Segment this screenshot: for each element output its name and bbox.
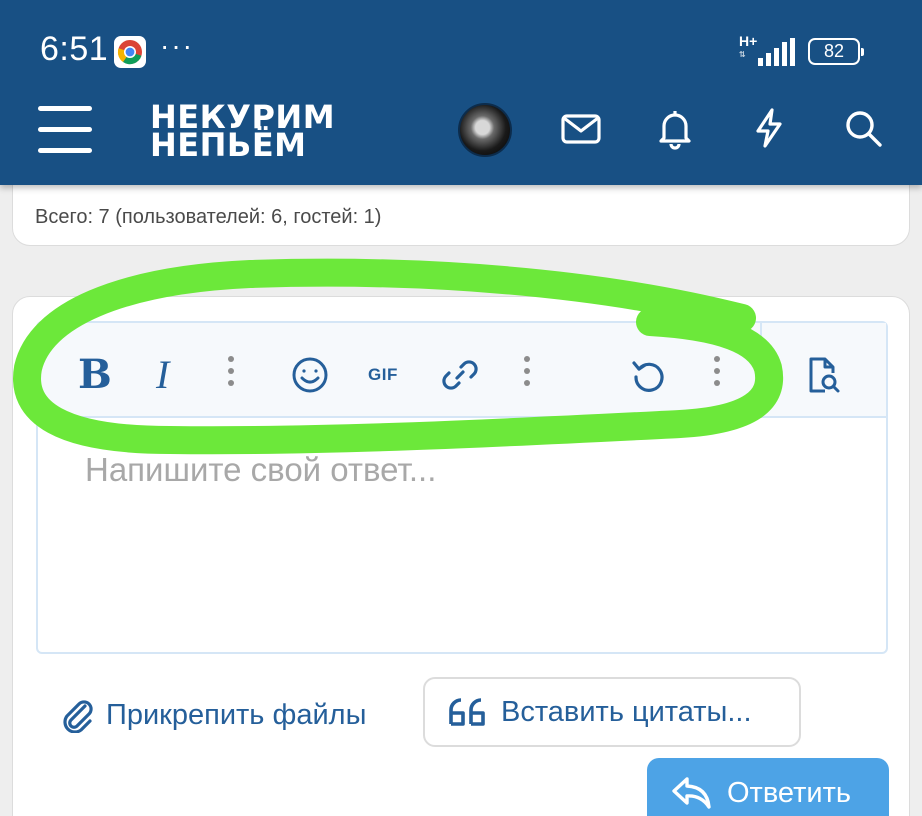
more-text-options-icon[interactable] <box>228 356 234 390</box>
preview-icon[interactable] <box>803 355 843 395</box>
more-options-icon[interactable] <box>714 356 720 390</box>
user-avatar[interactable] <box>458 103 512 157</box>
link-icon[interactable] <box>440 355 480 395</box>
status-time: 6:51 <box>40 30 109 68</box>
reply-label: Ответить <box>727 776 851 809</box>
app-header: 6:51 ··· H+ ⇅ 82 НЕКУРИМ НЕПЬЁМ <box>0 0 922 185</box>
online-count: Всего: 7 (пользователей: 6, гостей: 1) <box>35 206 382 228</box>
attach-files-button[interactable]: Прикрепить файлы <box>60 697 366 733</box>
insert-quotes-button[interactable]: Вставить цитаты... <box>423 677 801 747</box>
undo-icon[interactable] <box>628 355 668 395</box>
reply-editor[interactable]: B I GIF Напишите свой ответ... <box>36 321 888 654</box>
bell-icon[interactable] <box>652 105 698 151</box>
editor-toolbar: B I GIF <box>38 323 886 418</box>
insert-quotes-label: Вставить цитаты... <box>501 695 752 728</box>
paperclip-icon <box>63 700 93 733</box>
smile-icon[interactable] <box>290 355 330 395</box>
battery-indicator: 82 <box>808 38 864 65</box>
signal-icon <box>758 38 795 66</box>
reply-icon <box>672 777 711 809</box>
site-logo[interactable]: НЕКУРИМ НЕПЬЁМ <box>150 101 335 161</box>
quote-icon <box>449 698 485 726</box>
reply-placeholder: Напишите свой ответ... <box>85 451 437 488</box>
italic-button[interactable]: I <box>156 351 169 398</box>
menu-icon[interactable] <box>38 106 92 158</box>
attach-files-label: Прикрепить файлы <box>106 698 367 731</box>
reply-button[interactable]: Ответить <box>647 758 889 816</box>
bold-button[interactable]: B <box>78 351 112 398</box>
gif-button[interactable]: GIF <box>368 365 398 385</box>
status-more-icon: ··· <box>160 30 194 61</box>
bolt-icon[interactable] <box>746 105 792 151</box>
more-insert-options-icon[interactable] <box>524 356 530 390</box>
toolbar-divider <box>760 323 762 418</box>
search-icon[interactable] <box>840 105 886 151</box>
chrome-icon <box>114 36 146 68</box>
mail-icon[interactable] <box>558 105 604 151</box>
